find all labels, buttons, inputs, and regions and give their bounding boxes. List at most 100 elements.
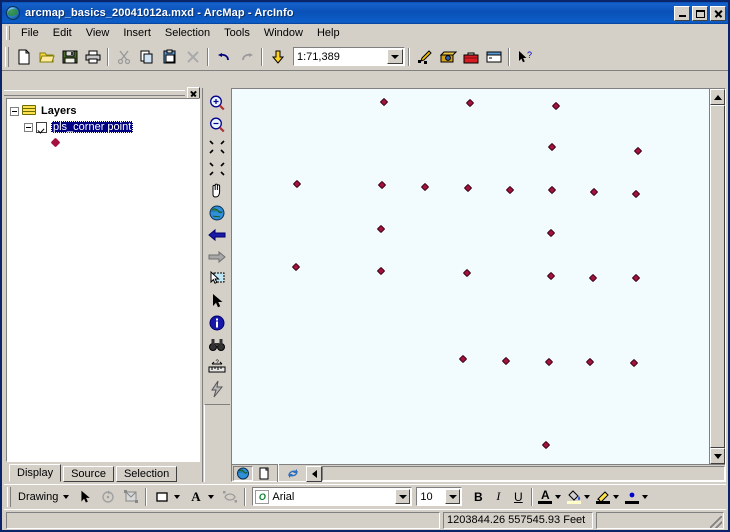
- select-features-icon[interactable]: [205, 268, 229, 290]
- add-data-icon[interactable]: [266, 46, 289, 68]
- fill-color-caret-icon[interactable]: [584, 494, 591, 499]
- map-point-feature[interactable]: [376, 266, 386, 276]
- copy-icon[interactable]: [135, 46, 158, 68]
- vertical-scroll-thumb[interactable]: [710, 105, 725, 448]
- cut-scissors-icon[interactable]: [112, 46, 135, 68]
- menu-grip[interactable]: [6, 26, 10, 40]
- font-color-caret-icon[interactable]: [555, 494, 562, 499]
- font-size-combobox[interactable]: 10: [416, 487, 463, 506]
- map-canvas[interactable]: [232, 89, 709, 464]
- go-back-extent-icon[interactable]: [205, 224, 229, 246]
- full-extent-globe-icon[interactable]: [205, 202, 229, 224]
- map-point-feature[interactable]: [291, 262, 301, 272]
- scroll-up-button[interactable]: [710, 89, 725, 105]
- rotate-element-icon[interactable]: [96, 486, 119, 508]
- nudge-icon[interactable]: [218, 486, 241, 508]
- map-point-feature[interactable]: [420, 182, 430, 192]
- tab-selection[interactable]: Selection: [115, 466, 178, 482]
- undo-arrow-icon[interactable]: [212, 46, 235, 68]
- arctoolbox-icon[interactable]: [436, 46, 459, 68]
- identify-info-icon[interactable]: [205, 312, 229, 334]
- map-point-feature[interactable]: [541, 440, 551, 450]
- map-point-feature[interactable]: [544, 357, 554, 367]
- map-point-feature[interactable]: [547, 142, 557, 152]
- font-family-dropdown-arrow[interactable]: [395, 489, 411, 504]
- font-family-combobox[interactable]: O Arial: [252, 487, 413, 506]
- menu-edit[interactable]: Edit: [46, 25, 79, 41]
- map-point-feature[interactable]: [546, 271, 556, 281]
- layer-collapse-toggle-icon[interactable]: [24, 122, 33, 132]
- drawing-menu-label[interactable]: Drawing: [14, 491, 62, 503]
- drawing-menu-caret-icon[interactable]: [63, 494, 70, 499]
- paste-clipboard-icon[interactable]: [158, 46, 181, 68]
- map-point-feature[interactable]: [505, 185, 515, 195]
- map-point-feature[interactable]: [551, 101, 561, 111]
- zoom-out-icon[interactable]: [205, 114, 229, 136]
- menu-tools[interactable]: Tools: [217, 25, 257, 41]
- go-next-extent-icon[interactable]: [205, 246, 229, 268]
- open-folder-icon[interactable]: [35, 46, 58, 68]
- scroll-down-button[interactable]: [710, 448, 725, 464]
- layer-visibility-checkbox[interactable]: [36, 121, 47, 133]
- fixed-zoom-in-icon[interactable]: [205, 136, 229, 158]
- line-color-button[interactable]: [594, 490, 612, 504]
- fill-color-button[interactable]: [565, 489, 583, 504]
- map-point-feature[interactable]: [588, 273, 598, 283]
- map-point-feature[interactable]: [501, 356, 511, 366]
- new-graphic-icon[interactable]: [119, 486, 142, 508]
- diamond-point-symbol[interactable]: [50, 137, 61, 147]
- font-color-button[interactable]: A: [536, 489, 554, 504]
- map-scale-dropdown-arrow[interactable]: [387, 49, 403, 64]
- collapse-toggle-icon[interactable]: [10, 106, 19, 116]
- new-text-caret-icon[interactable]: [208, 494, 215, 499]
- map-vertical-scrollbar[interactable]: [709, 89, 725, 464]
- draw-toolbar-grip[interactable]: [7, 486, 11, 507]
- editor-toolbar-icon[interactable]: [413, 46, 436, 68]
- redo-arrow-icon[interactable]: [235, 46, 258, 68]
- map-point-feature[interactable]: [631, 273, 641, 283]
- font-size-dropdown-arrow[interactable]: [445, 489, 461, 504]
- menu-file[interactable]: File: [14, 25, 46, 41]
- map-point-feature[interactable]: [465, 98, 475, 108]
- menu-selection[interactable]: Selection: [158, 25, 217, 41]
- menu-window[interactable]: Window: [257, 25, 310, 41]
- underline-button[interactable]: U: [508, 487, 528, 507]
- map-point-feature[interactable]: [292, 179, 302, 189]
- horizontal-scroll-track[interactable]: [322, 465, 725, 481]
- scroll-left-button[interactable]: [306, 465, 322, 482]
- layout-view-icon[interactable]: [254, 466, 274, 481]
- map-point-feature[interactable]: [546, 228, 556, 238]
- map-point-feature[interactable]: [589, 187, 599, 197]
- layer-symbol-row[interactable]: [50, 135, 196, 149]
- menu-help[interactable]: Help: [310, 25, 347, 41]
- map-point-feature[interactable]: [585, 357, 595, 367]
- marker-color-caret-icon[interactable]: [642, 494, 649, 499]
- toc-tree-container[interactable]: Layers pls_corner point: [6, 98, 200, 462]
- hyperlink-lightning-icon[interactable]: [205, 378, 229, 400]
- measure-ruler-icon[interactable]: ?: [205, 356, 229, 378]
- line-color-caret-icon[interactable]: [613, 494, 620, 499]
- bold-button[interactable]: B: [468, 487, 488, 507]
- resize-grip-icon[interactable]: [710, 515, 722, 528]
- map-point-feature[interactable]: [463, 183, 473, 193]
- map-horizontal-scrollbar[interactable]: [306, 465, 725, 482]
- map-point-feature[interactable]: [462, 268, 472, 278]
- menu-view[interactable]: View: [79, 25, 117, 41]
- tab-display[interactable]: Display: [9, 464, 62, 482]
- menu-insert[interactable]: Insert: [116, 25, 158, 41]
- zoom-in-icon[interactable]: [205, 92, 229, 114]
- marker-color-button[interactable]: [623, 490, 641, 504]
- map-point-feature[interactable]: [633, 146, 643, 156]
- draw-rectangle-icon[interactable]: [150, 486, 173, 508]
- minimize-button[interactable]: [674, 5, 690, 21]
- delete-x-icon[interactable]: [181, 46, 204, 68]
- map-point-feature[interactable]: [547, 185, 557, 195]
- find-binoculars-icon[interactable]: [205, 334, 229, 356]
- map-scale-combobox[interactable]: 1:71,389: [293, 47, 405, 66]
- toc-layer-pls-corner[interactable]: pls_corner point: [24, 119, 196, 135]
- map-point-feature[interactable]: [379, 97, 389, 107]
- select-elements-arrow-icon[interactable]: [205, 290, 229, 312]
- data-view-icon[interactable]: [233, 465, 253, 481]
- close-button[interactable]: [710, 5, 726, 21]
- toc-root-layers[interactable]: Layers: [10, 103, 196, 119]
